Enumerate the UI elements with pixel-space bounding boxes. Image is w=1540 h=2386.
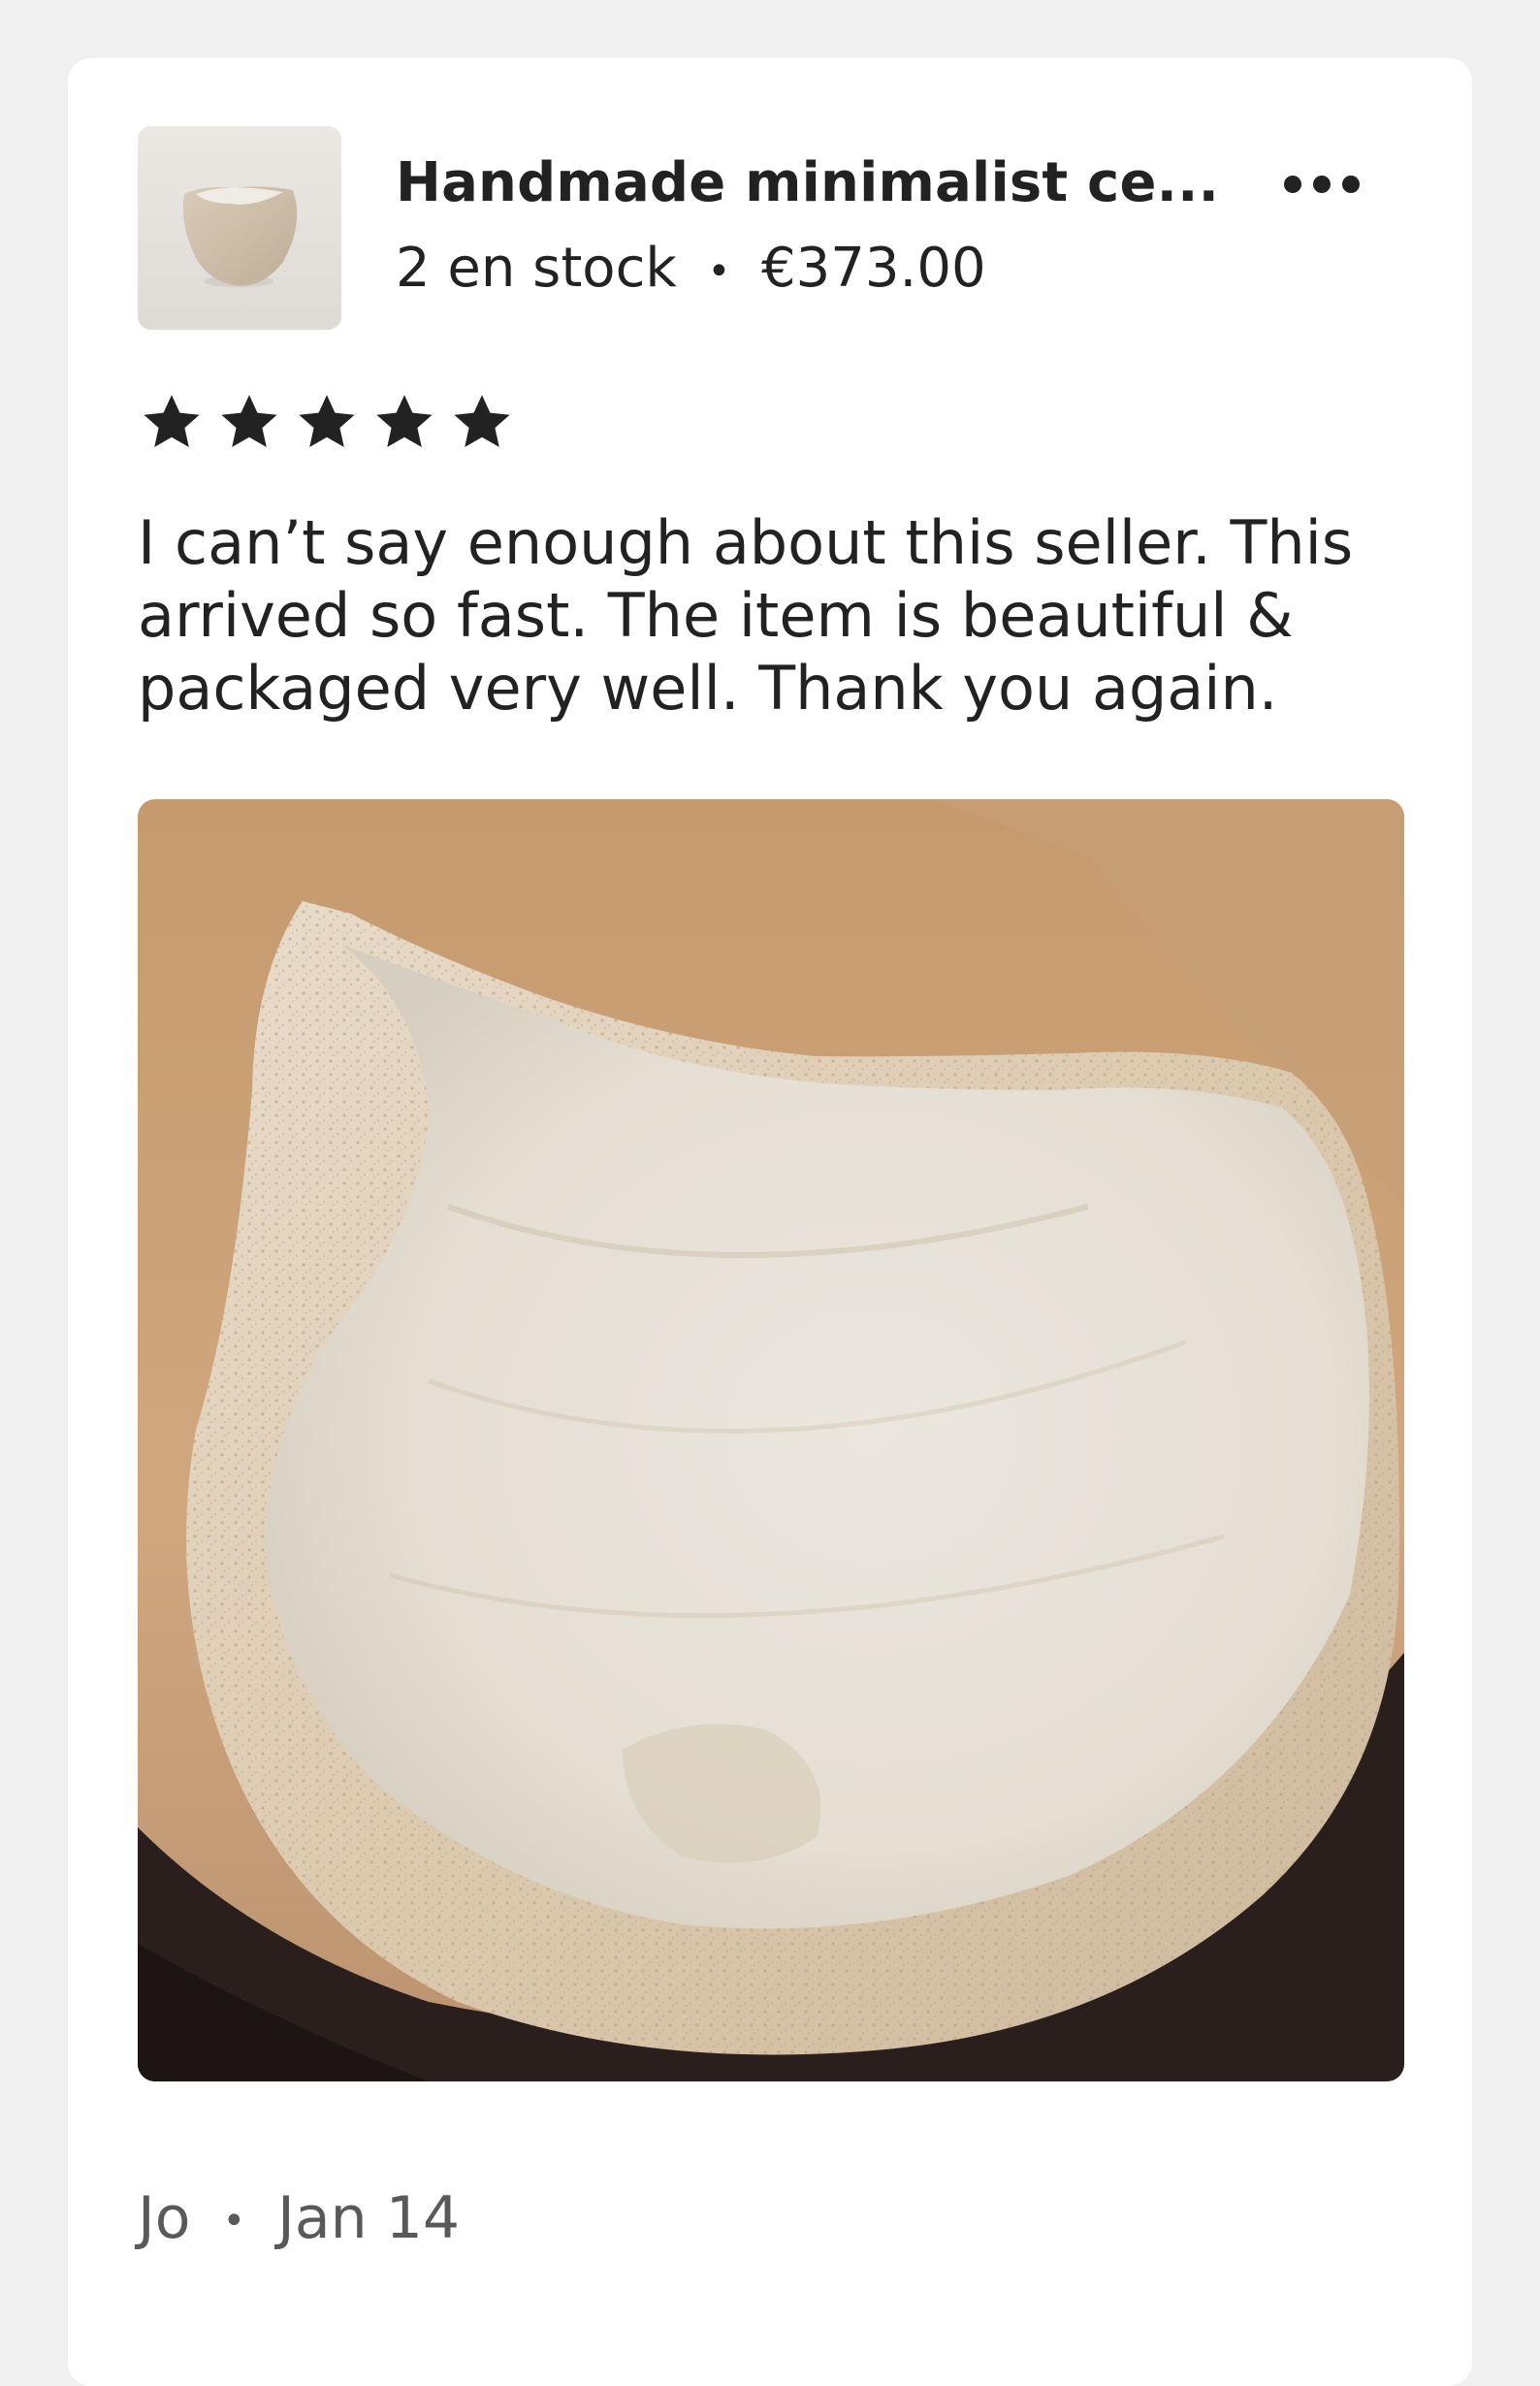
review-date: Jan 14	[277, 2184, 461, 2252]
more-dot	[1284, 176, 1301, 193]
ceramic-vessel-thumbnail-icon	[138, 126, 341, 330]
star-icon	[299, 395, 355, 447]
listing-meta: 2 en stock • €373.00	[396, 237, 986, 300]
listing-thumbnail[interactable]	[138, 126, 341, 330]
more-dot	[1313, 176, 1331, 193]
review-text: I can’t say enough about this seller. Th…	[138, 507, 1354, 724]
review-author[interactable]: Jo	[138, 2184, 190, 2252]
more-options-button[interactable]	[1268, 155, 1375, 213]
review-photo[interactable]	[138, 799, 1404, 2081]
more-dot	[1342, 176, 1360, 193]
review-card: Handmade minimalist ce... 2 en stock • €…	[68, 58, 1472, 2386]
meta-separator: •	[707, 248, 731, 294]
stock-status: 2 en stock	[396, 237, 677, 300]
star-icon	[144, 395, 200, 447]
star-icon	[376, 395, 433, 447]
listing-title[interactable]: Handmade minimalist ce...	[396, 151, 1268, 214]
star-rating	[138, 388, 516, 456]
ceramic-bowl-photo	[138, 799, 1404, 2081]
listing-price: €373.00	[761, 237, 986, 300]
byline-separator: •	[222, 2199, 246, 2244]
star-icon	[454, 395, 510, 447]
star-icon	[221, 395, 277, 447]
review-byline: Jo • Jan 14	[138, 2184, 460, 2252]
